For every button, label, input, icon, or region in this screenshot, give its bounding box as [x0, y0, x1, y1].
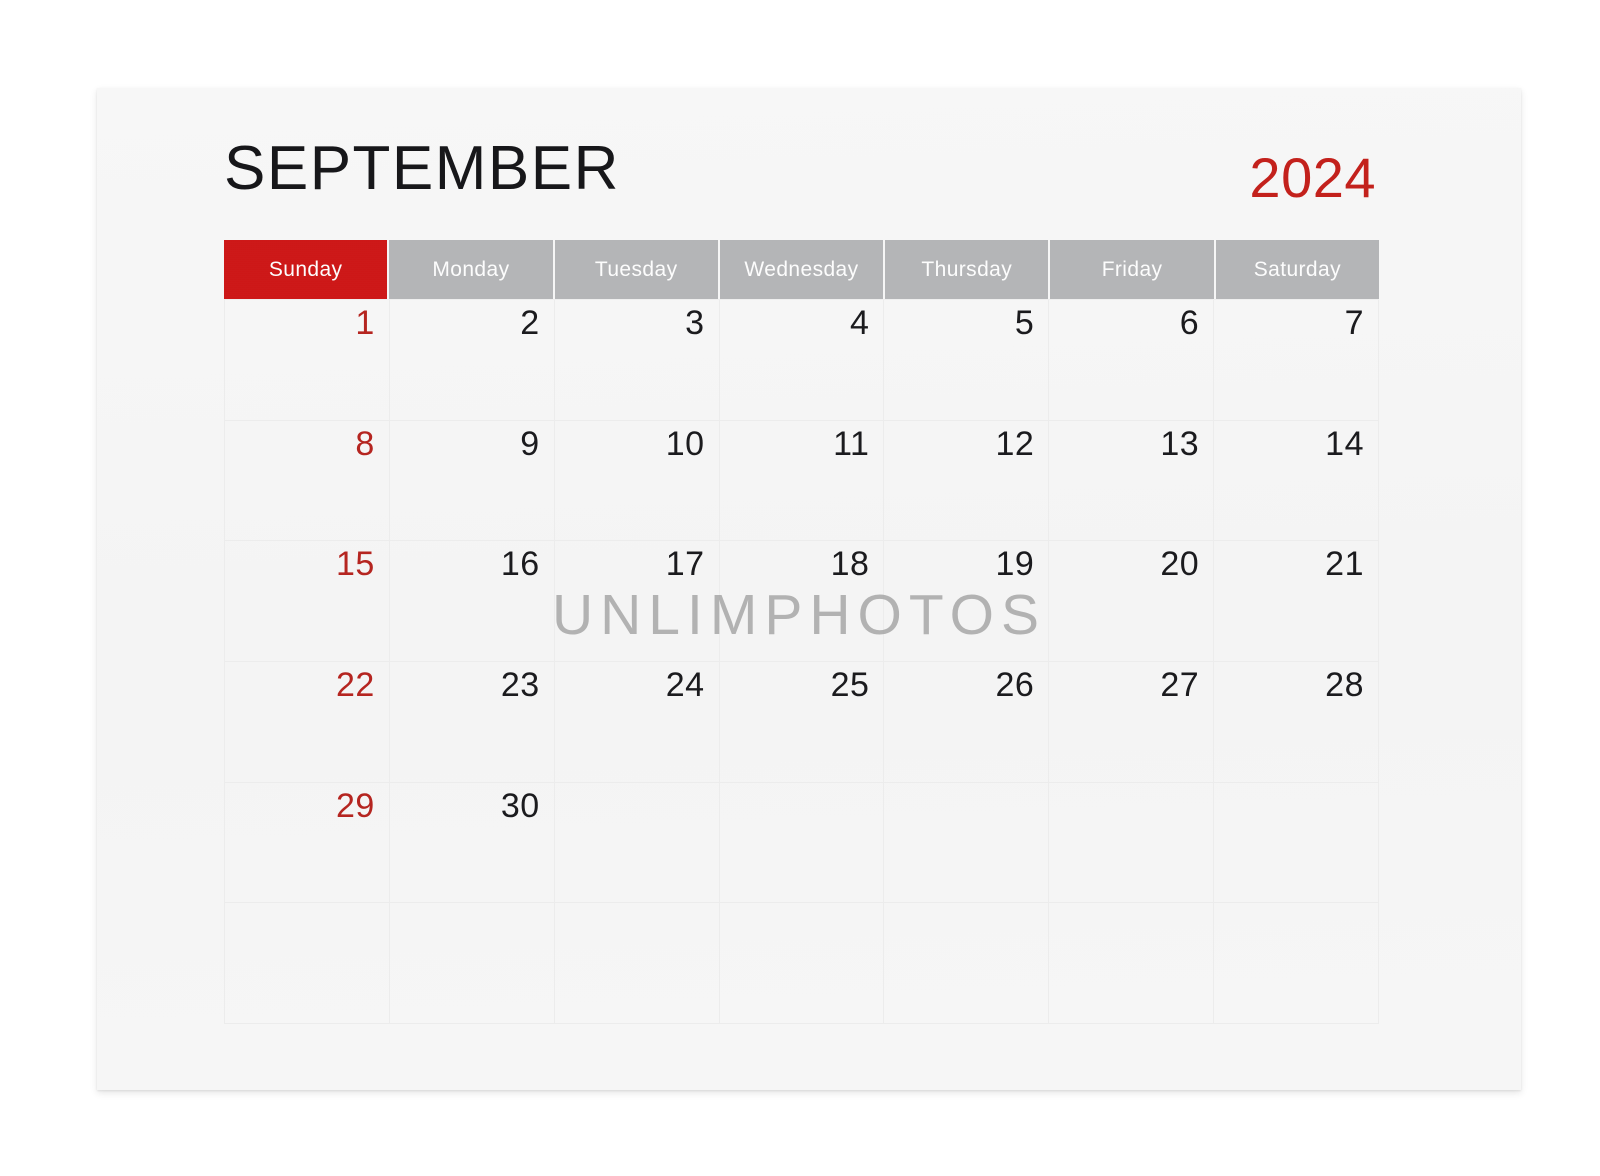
day-cell[interactable]: 10	[554, 420, 720, 542]
day-cell-empty	[554, 782, 720, 904]
day-number: 25	[830, 665, 870, 704]
weekday-label: Saturday	[1253, 257, 1341, 281]
day-cell-empty	[884, 782, 1050, 904]
day-number: 14	[1325, 424, 1364, 463]
weekday-header-thursday: Thursday	[885, 240, 1049, 299]
day-number: 30	[500, 786, 540, 825]
day-number: 18	[830, 545, 870, 584]
day-cell[interactable]: 11	[719, 420, 885, 542]
day-cell-empty	[225, 903, 390, 1024]
day-number: 26	[995, 665, 1035, 704]
weekday-header-tuesday: Tuesday	[554, 240, 719, 299]
day-cell-empty	[719, 782, 885, 904]
day-cell[interactable]: 23	[389, 661, 555, 783]
day-number: 1	[355, 304, 375, 342]
day-cell[interactable]: 4	[719, 300, 885, 421]
weekday-header-friday: Friday	[1050, 240, 1214, 299]
day-number: 15	[336, 545, 375, 584]
weekday-label: Sunday	[268, 257, 343, 281]
day-number: 20	[1160, 545, 1200, 584]
day-cell[interactable]: 5	[884, 300, 1050, 421]
day-cell[interactable]: 16	[389, 541, 555, 662]
calendar-page: SEPTEMBER 2024 Sunday Monday Tuesday Wednes…	[97, 88, 1521, 1090]
day-number: 3	[685, 304, 705, 342]
day-cell[interactable]: 6	[1049, 300, 1215, 421]
day-number: 22	[336, 665, 375, 704]
day-number: 8	[355, 424, 375, 463]
weekday-header-row: Sunday Monday Tuesday Wednesday Thursday Frid…	[224, 240, 1380, 299]
weekday-header-sunday: Sunday	[224, 240, 388, 299]
day-cell[interactable]: 17	[554, 541, 720, 662]
day-number: 28	[1325, 665, 1364, 704]
day-number: 17	[665, 545, 705, 584]
day-number: 19	[995, 545, 1035, 584]
day-cell[interactable]: 25	[719, 661, 885, 783]
day-cell[interactable]: 30	[389, 782, 555, 904]
day-number: 5	[1014, 304, 1035, 342]
day-number: 12	[995, 424, 1035, 463]
day-cell[interactable]: 7	[1214, 300, 1379, 421]
day-cell[interactable]: 2	[389, 300, 555, 421]
weekday-header-saturday: Saturday	[1215, 240, 1380, 299]
day-cell-empty	[389, 903, 555, 1024]
date-grid: 1 2 3 4 5 6 7 8 9 10 11 12 13 14 15 16 17 18 19 20 21 22 23 24 2…	[224, 299, 1379, 1024]
day-cell[interactable]: 3	[554, 300, 720, 421]
day-cell-empty	[884, 903, 1050, 1024]
day-number: 21	[1325, 545, 1364, 584]
day-cell-empty	[1214, 782, 1379, 904]
day-number: 9	[520, 424, 540, 463]
day-cell-empty	[1049, 903, 1215, 1024]
weekday-label: Monday	[432, 257, 510, 281]
day-number: 10	[665, 424, 705, 463]
weekday-label: Tuesday	[594, 257, 678, 281]
day-number: 27	[1160, 665, 1200, 704]
day-cell[interactable]: 12	[884, 420, 1050, 542]
day-number: 7	[1344, 304, 1364, 342]
day-number: 11	[833, 424, 870, 463]
day-cell[interactable]: 29	[225, 782, 390, 904]
day-cell-empty	[1049, 782, 1215, 904]
day-cell[interactable]: 26	[884, 661, 1050, 783]
day-cell[interactable]: 15	[225, 541, 390, 662]
month-title: SEPTEMBER	[224, 134, 620, 203]
year-label: 2024	[1249, 146, 1376, 209]
weekday-label: Friday	[1101, 257, 1163, 281]
day-number: 4	[850, 304, 870, 342]
weekday-header-monday: Monday	[389, 240, 553, 299]
day-cell[interactable]: 20	[1049, 541, 1215, 662]
day-cell[interactable]: 24	[554, 661, 720, 783]
day-number: 6	[1179, 304, 1200, 342]
day-number: 23	[500, 665, 540, 704]
day-cell-empty	[1214, 903, 1379, 1024]
day-cell[interactable]: 19	[884, 541, 1050, 662]
day-number: 2	[520, 304, 540, 342]
day-cell-empty	[554, 903, 720, 1024]
day-number: 16	[500, 545, 540, 584]
day-cell[interactable]: 27	[1049, 661, 1215, 783]
day-cell[interactable]: 22	[225, 661, 390, 783]
day-cell[interactable]: 14	[1214, 420, 1379, 542]
day-cell[interactable]: 1	[225, 300, 390, 421]
weekday-header-wednesday: Wednesday	[719, 240, 884, 299]
day-cell[interactable]: 8	[225, 420, 390, 542]
day-number: 13	[1160, 424, 1200, 463]
calendar-grid: Sunday Monday Tuesday Wednesday Thursday Frid…	[224, 240, 1380, 1024]
day-number: 24	[665, 665, 705, 704]
day-cell[interactable]: 18	[719, 541, 885, 662]
day-cell[interactable]: 13	[1049, 420, 1215, 542]
day-number: 29	[336, 786, 375, 825]
day-cell[interactable]: 28	[1214, 661, 1379, 783]
weekday-label: Wednesday	[744, 257, 859, 281]
calendar-header: SEPTEMBER 2024	[97, 88, 1521, 238]
day-cell[interactable]: 21	[1214, 541, 1379, 662]
day-cell[interactable]: 9	[389, 420, 555, 542]
day-cell-empty	[719, 903, 885, 1024]
weekday-label: Thursday	[921, 257, 1013, 281]
